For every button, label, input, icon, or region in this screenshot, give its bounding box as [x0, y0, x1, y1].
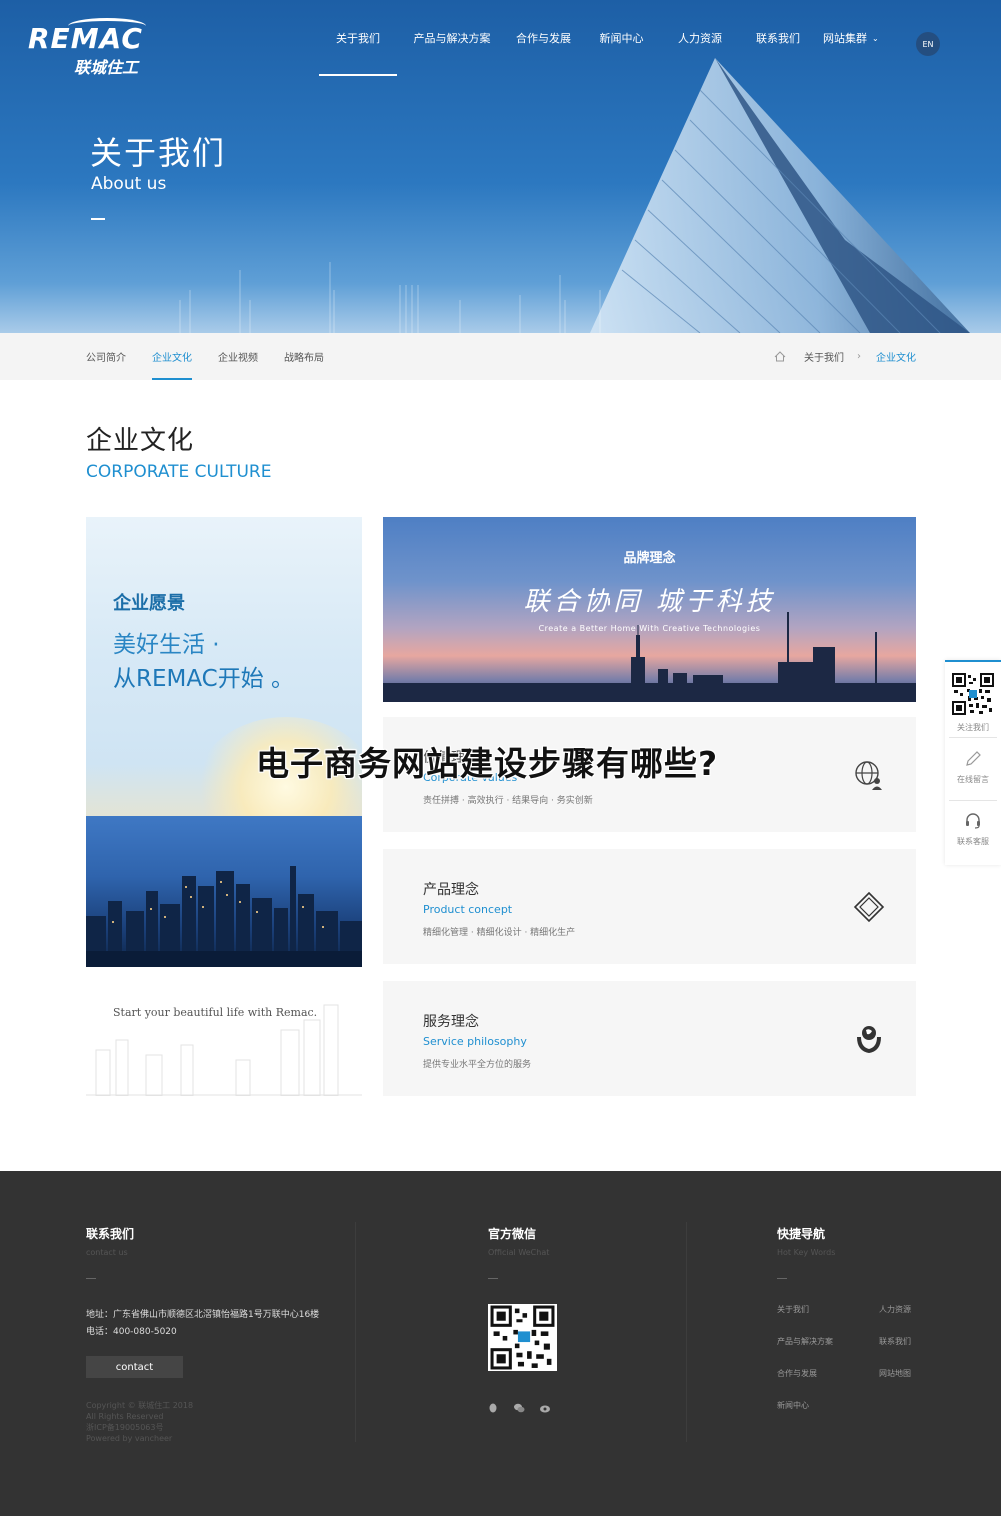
nav-site-group-label: 网站集群 — [823, 32, 867, 45]
wechat-qr-code — [488, 1304, 557, 1371]
globe-person-icon — [855, 761, 882, 790]
diamond-icon — [853, 891, 885, 923]
footer-divider — [355, 1222, 356, 1442]
pencil-icon — [966, 751, 981, 766]
footer-contact-sub: contact us — [86, 1248, 128, 1257]
concept-card-product: 产品理念 Product concept 精细化管理 · 精细化设计 · 精细化… — [383, 849, 916, 964]
float-label: 在线留言 — [957, 775, 989, 784]
nav-hr[interactable]: 人力资源 — [663, 0, 737, 76]
concept-en: Product concept — [423, 903, 513, 916]
brand-title: 品牌理念 — [623, 551, 676, 566]
language-switch[interactable]: EN — [916, 32, 940, 56]
nav-products[interactable]: 产品与解决方案 — [397, 0, 507, 76]
brand-slogan-en: Create a Better Home With Creative Techn… — [538, 624, 761, 633]
logo-arc — [68, 18, 146, 34]
powered-by[interactable]: Powered by vancheer — [86, 1433, 172, 1444]
floating-sidebar: 关注我们 在线留言 联系客服 — [945, 660, 1001, 865]
breadcrumb-separator: › — [857, 351, 861, 362]
section-title: 企业文化 — [86, 426, 195, 456]
sub-nav: 公司简介 企业文化 企业视频 战略布局 关于我们 › 企业文化 — [0, 333, 1001, 380]
float-customer-service[interactable]: 联系客服 — [945, 812, 1001, 847]
remac-logo[interactable]: REMAC 联城住工 — [28, 18, 150, 77]
icp-number[interactable]: 浙ICP备19005063号 — [86, 1422, 164, 1433]
overlay-headline: 电子商务网站建设步骤有哪些? — [256, 744, 719, 783]
hero-banner: REMAC 联城住工 关于我们 产品与解决方案 合作与发展 新闻中心 人力资源 … — [0, 0, 1001, 333]
quicknav-link[interactable]: 网站地图 — [879, 1368, 911, 1379]
weibo-icon[interactable] — [539, 1402, 551, 1414]
wechat-icon[interactable] — [513, 1402, 525, 1414]
section-subtitle: CORPORATE CULTURE — [86, 462, 272, 482]
concept-card-service: 服务理念 Service philosophy 提供专业水平全方位的服务 — [383, 981, 916, 1096]
quicknav-link[interactable]: 联系我们 — [879, 1336, 911, 1347]
page: REMAC 联城住工 关于我们 产品与解决方案 合作与发展 新闻中心 人力资源 … — [0, 0, 1001, 1516]
vision-tagline: Start your beautiful life with Remac. — [113, 1006, 318, 1019]
vision-title: 企业愿景 — [113, 593, 185, 614]
concept-title: 服务理念 — [423, 1014, 479, 1030]
main-nav: 关于我们 产品与解决方案 合作与发展 新闻中心 人力资源 联系我们 网站集群 ⌄ — [319, 0, 881, 76]
quicknav-link[interactable]: 关于我们 — [777, 1304, 809, 1315]
hero-title: 关于我们 — [90, 134, 227, 172]
footer-dash — [86, 1278, 96, 1279]
hero-subtitle: About us — [91, 174, 167, 194]
divider — [949, 737, 997, 738]
qr-code-icon — [951, 672, 995, 716]
brand-concept-banner: 品牌理念 联合协同 城于科技 Create a Better Home With… — [383, 517, 916, 702]
vision-line-2: 从REMAC开始 。 — [113, 666, 295, 692]
home-icon[interactable] — [774, 333, 786, 380]
contact-button[interactable]: contact — [86, 1356, 183, 1378]
chevron-down-icon: ⌄ — [872, 33, 879, 43]
logo-subtext: 联城住工 — [74, 58, 139, 77]
copyright-line-2: All Rights Reserved — [86, 1412, 164, 1421]
nav-contact[interactable]: 联系我们 — [737, 0, 819, 76]
footer-address: 地址：广东省佛山市顺德区北滘镇怡福路1号万联中心16楼 — [86, 1310, 320, 1320]
concept-title: 产品理念 — [423, 882, 479, 898]
nav-cooperation[interactable]: 合作与发展 — [507, 0, 580, 76]
footer-divider — [686, 1222, 687, 1442]
quicknav-link[interactable]: 合作与发展 — [777, 1368, 817, 1379]
tab-corporate-culture[interactable]: 企业文化 — [152, 333, 192, 380]
qr-code-icon — [490, 1305, 555, 1370]
city-night-image — [86, 816, 362, 967]
footer-dash — [777, 1278, 787, 1279]
footer-dash — [488, 1278, 498, 1279]
nav-about[interactable]: 关于我们 — [319, 0, 397, 76]
hero-dash — [91, 218, 105, 220]
quicknav-link[interactable]: 新闻中心 — [777, 1400, 809, 1411]
float-leave-message[interactable]: 在线留言 — [945, 750, 1001, 785]
concept-desc: 精细化管理 · 精细化设计 · 精细化生产 — [423, 928, 576, 938]
footer-phone: 电话：400-080-5020 — [86, 1327, 177, 1337]
concept-desc: 责任拼搏 · 高效执行 · 结果导向 · 务实创新 — [423, 796, 593, 806]
breadcrumb-about[interactable]: 关于我们 — [804, 333, 844, 380]
breadcrumb-current: 企业文化 — [876, 353, 916, 364]
brand-slogan: 联合协同 城于科技 — [523, 587, 776, 617]
footer-quicknav-sub: Hot Key Words — [777, 1248, 836, 1257]
float-label: 联系客服 — [957, 837, 989, 846]
float-follow-us[interactable]: 关注我们 — [945, 672, 1001, 733]
float-label: 关注我们 — [957, 723, 989, 732]
nav-site-group[interactable]: 网站集群 ⌄ — [819, 0, 881, 76]
footer-quicknav-title: 快捷导航 — [777, 1227, 826, 1241]
footer-contact-title: 联系我们 — [86, 1227, 135, 1241]
copyright-line-1: Copyright © 联城住工 2018 — [86, 1401, 194, 1410]
tab-corporate-video[interactable]: 企业视频 — [218, 333, 258, 380]
quicknav-link[interactable]: 产品与解决方案 — [777, 1336, 833, 1347]
footer-wechat-title: 官方微信 — [488, 1227, 537, 1241]
city-skyline — [86, 866, 362, 967]
qq-icon[interactable] — [487, 1402, 499, 1414]
concept-en: Service philosophy — [423, 1035, 527, 1048]
divider — [949, 800, 997, 801]
footer-wechat-sub: Official WeChat — [488, 1248, 550, 1257]
tab-strategy[interactable]: 战略布局 — [284, 333, 324, 380]
tab-company-profile[interactable]: 公司简介 — [86, 333, 126, 380]
quicknav-link[interactable]: 人力资源 — [879, 1304, 911, 1315]
hands-globe-icon — [857, 1026, 881, 1053]
vision-line-1: 美好生活 · — [113, 632, 220, 658]
concept-desc: 提供专业水平全方位的服务 — [423, 1060, 532, 1070]
headset-icon — [966, 813, 980, 829]
nav-news[interactable]: 新闻中心 — [580, 0, 663, 76]
